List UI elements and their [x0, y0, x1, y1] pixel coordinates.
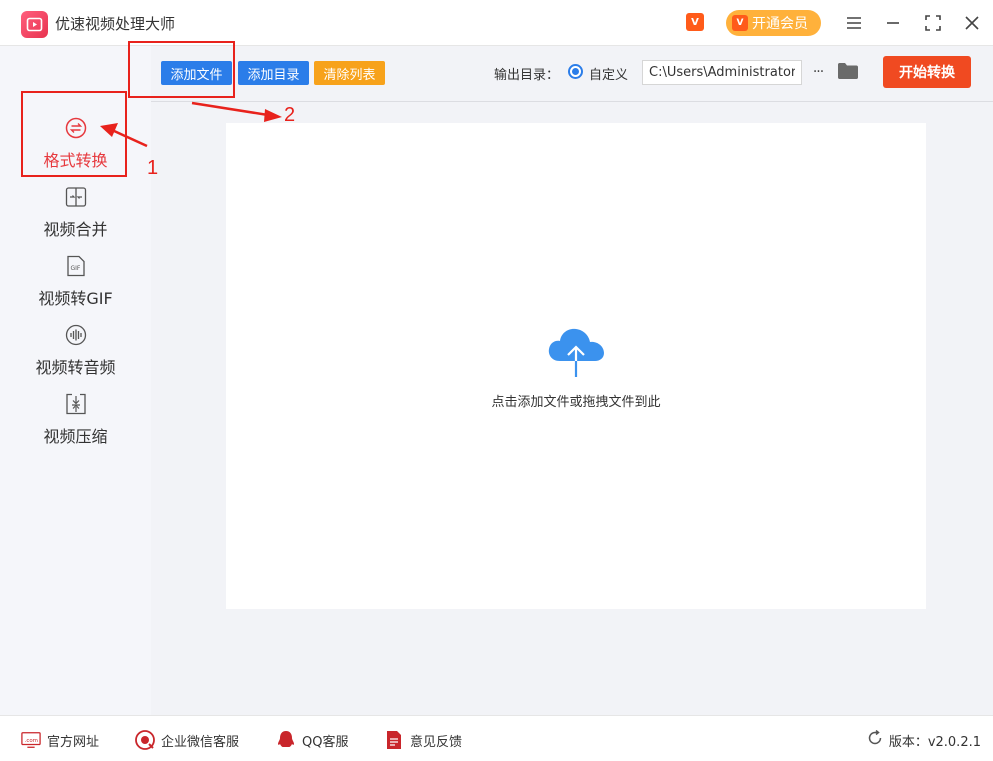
annotation-number-1: 1	[147, 157, 159, 179]
footer-link-wechat[interactable]: 企业微信客服	[135, 730, 239, 750]
footer-link-qq[interactable]: QQ客服	[276, 730, 348, 750]
qq-icon	[276, 730, 296, 750]
feedback-icon	[384, 730, 404, 750]
cloud-upload-icon	[546, 327, 606, 383]
annotation-number-2: 2	[284, 104, 296, 126]
open-vip-button[interactable]: V 开通会员	[726, 10, 821, 36]
app-logo-icon	[21, 11, 48, 38]
svg-text:.com: .com	[25, 738, 38, 744]
footer-link-feedback[interactable]: 意见反馈	[384, 730, 462, 750]
sidebar-item-video-gif[interactable]: GIF 视频转GIF	[0, 254, 151, 316]
custom-output-radio[interactable]	[568, 64, 583, 79]
maximize-icon[interactable]	[921, 11, 945, 35]
footer-link-label: 官方网址	[47, 734, 100, 750]
sidebar-item-label: 视频压缩	[43, 427, 108, 446]
compress-icon	[64, 392, 88, 416]
app-title: 优速视频处理大师	[55, 15, 176, 33]
footer-link-label: QQ客服	[302, 734, 349, 750]
wechat-icon	[135, 730, 155, 750]
version-label: 版本：v2.0.2.1	[888, 734, 981, 750]
start-convert-button[interactable]: 开始转换	[883, 56, 971, 88]
title-bar: 优速视频处理大师 V V 开通会员	[0, 0, 993, 46]
custom-output-label[interactable]: 自定义	[589, 64, 628, 83]
menu-icon[interactable]	[842, 11, 866, 35]
sidebar-item-label: 视频转GIF	[38, 289, 113, 308]
merge-icon	[64, 185, 88, 209]
gif-icon: GIF	[64, 254, 88, 278]
audio-icon	[64, 323, 88, 347]
dropzone-hint: 点击添加文件或拖拽文件到此	[491, 395, 661, 410]
open-vip-label: 开通会员	[752, 16, 808, 32]
footer-link-website[interactable]: .com 官方网址	[21, 730, 99, 750]
version-info[interactable]: 版本：v2.0.2.1	[867, 729, 981, 750]
output-path-input[interactable]	[642, 60, 802, 85]
more-options-button[interactable]: ···	[809, 60, 827, 84]
add-folder-button[interactable]: 添加目录	[238, 61, 309, 85]
footer: .com 官方网址 企业微信客服 QQ客服 意见反馈 版本：v2.0.2.1	[0, 715, 993, 761]
svg-text:GIF: GIF	[70, 265, 80, 272]
folder-icon[interactable]	[837, 62, 859, 82]
clear-list-button[interactable]: 清除列表	[314, 61, 385, 85]
annotation-box-format-convert	[21, 91, 127, 177]
sidebar-item-video-merge[interactable]: 视频合并	[0, 185, 151, 247]
file-dropzone[interactable]: 点击添加文件或拖拽文件到此	[226, 123, 926, 609]
sidebar-item-video-compress[interactable]: 视频压缩	[0, 392, 151, 454]
sidebar-item-label: 视频合并	[43, 220, 108, 239]
sidebar-item-video-audio[interactable]: 视频转音频	[0, 323, 151, 385]
footer-link-label: 意见反馈	[410, 734, 463, 750]
sidebar-item-label: 视频转音频	[35, 358, 116, 377]
minimize-icon[interactable]	[881, 11, 905, 35]
close-icon[interactable]	[960, 11, 984, 35]
output-dir-label: 输出目录：	[494, 68, 560, 83]
annotation-box-add-file	[128, 41, 235, 98]
footer-link-label: 企业微信客服	[161, 734, 240, 750]
vip-badge-icon[interactable]: V	[686, 13, 704, 31]
refresh-icon	[867, 729, 883, 750]
vip-crown-icon: V	[732, 15, 748, 31]
website-icon: .com	[21, 730, 41, 750]
